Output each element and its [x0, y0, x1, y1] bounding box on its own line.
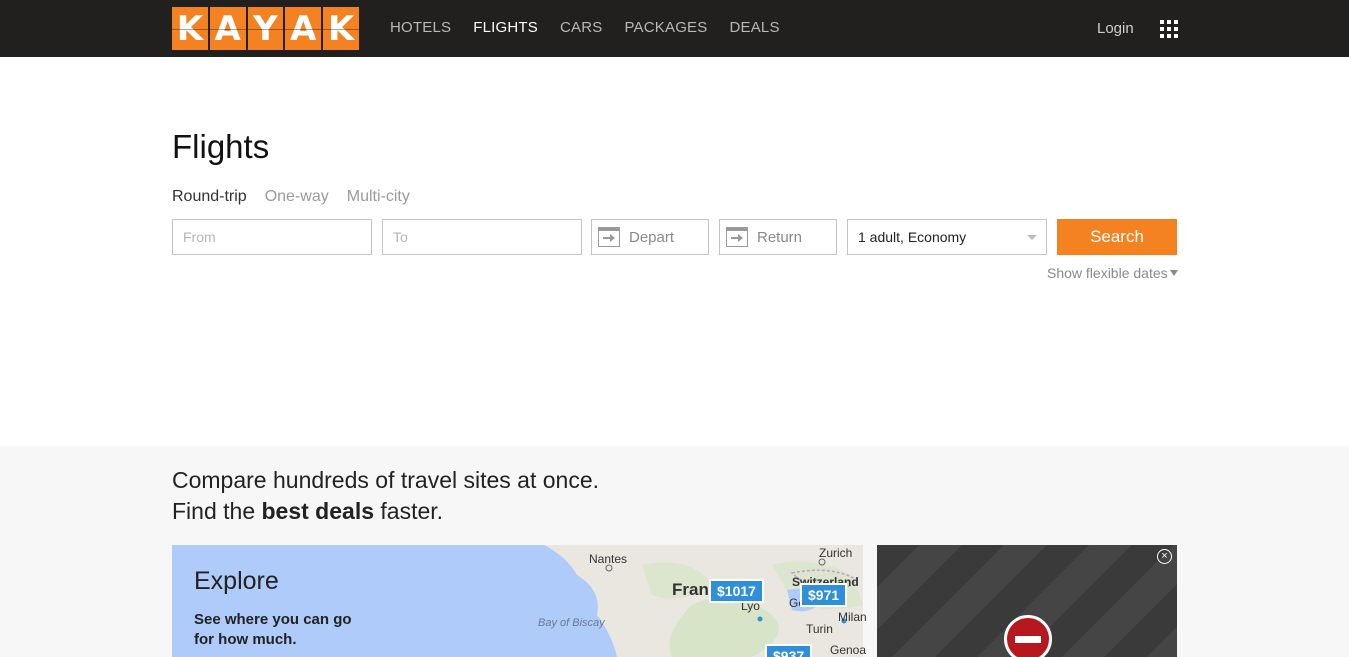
flexible-dates-toggle[interactable]: Show flexible dates: [1047, 265, 1178, 281]
tab-multi-city[interactable]: Multi-city: [347, 188, 410, 206]
explore-subtitle-line: for how much.: [194, 631, 297, 648]
destination-input[interactable]: [383, 220, 581, 254]
explore-subtitle-line: See where you can go: [194, 611, 352, 628]
nav-hotels[interactable]: HOTELS: [390, 19, 451, 36]
map-price-marker[interactable]: $1017: [709, 579, 764, 603]
travelers-value: 1 adult, Economy: [858, 229, 967, 245]
explore-title: Explore: [194, 567, 279, 595]
tab-round-trip[interactable]: Round-trip: [172, 188, 247, 206]
promo-subheadline: Find the best deals faster.: [172, 498, 443, 525]
destination-field: [382, 219, 582, 255]
page-title: Flights: [172, 128, 270, 165]
map-label-nantes: Nantes: [589, 552, 628, 566]
chevron-down-icon: [1027, 235, 1037, 240]
travelers-select[interactable]: 1 adult, Economy: [847, 219, 1047, 255]
main-nav: HOTELS FLIGHTS CARS PACKAGES DEALS: [390, 19, 780, 36]
logo-letter: A: [209, 7, 246, 50]
flexible-dates-label: Show flexible dates: [1047, 265, 1168, 281]
depart-date-field[interactable]: Depart: [591, 219, 709, 255]
nav-flights[interactable]: FLIGHTS: [473, 19, 538, 36]
map-label-zurich: Zurich: [819, 546, 853, 560]
kayak-logo[interactable]: K A Y A K: [172, 7, 359, 50]
map-label-bay: Bay of Biscay: [538, 617, 605, 629]
search-button[interactable]: Search: [1057, 219, 1177, 255]
depart-label: Depart: [629, 228, 675, 246]
trip-type-tabs: Round-trip One-way Multi-city: [172, 188, 410, 206]
map-label-france: Fran: [672, 580, 709, 599]
close-circle-icon[interactable]: ×: [1157, 549, 1172, 564]
map-label-milan: Milan: [838, 610, 867, 624]
promo-text: faster.: [374, 498, 444, 524]
tab-one-way[interactable]: One-way: [265, 188, 329, 206]
logo-letter: A: [285, 7, 322, 50]
map-label-turin: Turin: [806, 622, 833, 636]
nav-packages[interactable]: PACKAGES: [624, 19, 707, 36]
caret-down-icon: [1169, 270, 1178, 276]
nav-deals[interactable]: DEALS: [729, 19, 779, 36]
logo-letter: Y: [247, 7, 284, 50]
promo-bold-text: best deals: [261, 498, 375, 524]
logo-letter: K: [172, 7, 208, 50]
origin-field: [172, 219, 372, 255]
promo-headline: Compare hundreds of travel sites at once…: [172, 467, 600, 493]
grid-icon[interactable]: [1160, 20, 1178, 38]
map-price-marker[interactable]: $937: [765, 644, 813, 657]
return-date-field[interactable]: Return: [719, 219, 837, 255]
map-label-genoa: Genoa: [830, 643, 867, 657]
explore-subtitle: See where you can go for how much.: [194, 610, 394, 650]
promo-text: Find the: [172, 498, 262, 524]
map-price-marker[interactable]: $971: [800, 583, 848, 607]
login-link[interactable]: Login: [1097, 20, 1134, 37]
calendar-return-icon: [726, 227, 748, 247]
return-label: Return: [757, 228, 803, 246]
logo-letter: K: [323, 7, 359, 50]
nav-cars[interactable]: CARS: [560, 19, 602, 36]
origin-input[interactable]: [173, 220, 371, 254]
no-entry-icon: [1004, 615, 1052, 657]
calendar-depart-icon: [598, 227, 620, 247]
